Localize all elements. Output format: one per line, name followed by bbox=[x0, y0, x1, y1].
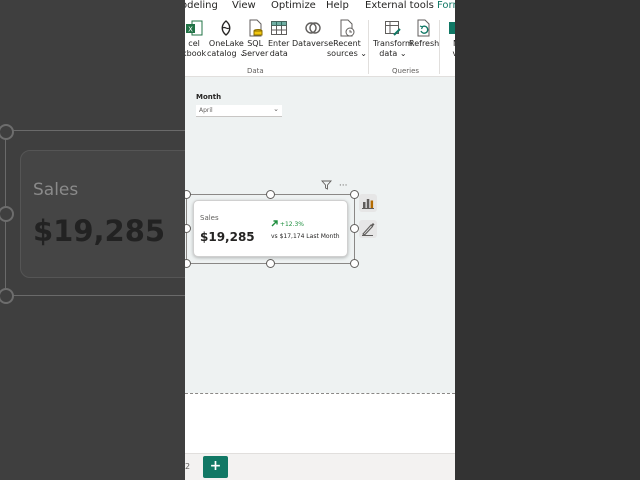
resize-handle[interactable] bbox=[350, 190, 359, 199]
page-tabs-bar: 2 + bbox=[185, 453, 455, 480]
month-slicer-dropdown[interactable]: April ⌄ bbox=[196, 105, 282, 117]
card-label: Sales bbox=[200, 214, 219, 222]
sql-server-button[interactable]: SQL Server bbox=[242, 19, 268, 59]
new-visual-icon bbox=[449, 22, 455, 34]
build-visual-button[interactable] bbox=[359, 194, 377, 212]
more-options-icon[interactable]: ··· bbox=[339, 181, 348, 191]
kpi-card[interactable]: Sales $19,285 +12.3% vs $17,174 Last Mon… bbox=[193, 200, 348, 257]
resize-handle[interactable] bbox=[350, 224, 359, 233]
card-change: +12.3% bbox=[271, 220, 304, 228]
paintbrush-icon bbox=[362, 223, 375, 236]
tab-optimize[interactable]: Optimize bbox=[271, 0, 316, 11]
transform-data-icon bbox=[384, 21, 401, 36]
power-bi-window: odeling View Optimize Help External tool… bbox=[185, 0, 455, 480]
onelake-catalog-button[interactable]: OneLake catalog ⌄ bbox=[207, 19, 246, 59]
tab-view[interactable]: View bbox=[232, 0, 256, 11]
sql-server-icon bbox=[249, 19, 263, 37]
transform-data-button[interactable]: Transform data ⌄ bbox=[373, 19, 413, 59]
filter-icon[interactable] bbox=[321, 180, 332, 190]
enter-data-button[interactable]: Enter data bbox=[268, 19, 289, 59]
slicer-selected-value: April bbox=[199, 107, 213, 114]
new-visual-button[interactable]: N vi bbox=[447, 19, 455, 59]
svg-text:X: X bbox=[188, 26, 193, 34]
resize-handle[interactable] bbox=[185, 259, 191, 268]
refresh-icon bbox=[417, 19, 430, 37]
ribbon-separator bbox=[368, 20, 369, 74]
ribbon-separator bbox=[439, 20, 440, 74]
ribbon: X cel kbook OneLake catalog ⌄ SQL Server… bbox=[185, 14, 455, 77]
tab-modeling[interactable]: odeling bbox=[185, 0, 218, 11]
recent-sources-icon bbox=[340, 19, 355, 37]
report-canvas[interactable]: Month April ⌄ ··· Sales $19,285 +12.3% v… bbox=[185, 77, 455, 393]
resize-handle[interactable] bbox=[350, 259, 359, 268]
excel-workbook-button[interactable]: X cel kbook bbox=[185, 19, 206, 59]
recent-sources-button[interactable]: Recent sources ⌄ bbox=[327, 19, 367, 59]
canvas-bottom-edge bbox=[185, 393, 455, 395]
tab-external-tools[interactable]: External tools bbox=[365, 0, 434, 11]
tab-help[interactable]: Help bbox=[326, 0, 349, 11]
page-tab[interactable]: 2 bbox=[185, 462, 190, 471]
card-value: $19,285 bbox=[200, 230, 255, 244]
zoomed-card-value: $19,285 bbox=[33, 214, 166, 248]
tab-format[interactable]: Forn bbox=[437, 0, 455, 11]
ribbon-group-data: Data bbox=[247, 67, 264, 75]
arrow-up-right-icon bbox=[271, 220, 278, 227]
card-change-value: +12.3% bbox=[279, 221, 305, 228]
resize-handle[interactable] bbox=[266, 259, 275, 268]
excel-icon: X bbox=[186, 20, 203, 36]
slicer-title: Month bbox=[196, 93, 222, 101]
card-comparison: vs $17,174 Last Month bbox=[271, 233, 340, 240]
chevron-down-icon: ⌄ bbox=[273, 105, 279, 113]
refresh-button[interactable]: Refresh bbox=[409, 19, 439, 49]
resize-handle[interactable] bbox=[266, 190, 275, 199]
zoomed-card-label: Sales bbox=[33, 180, 79, 200]
add-page-button[interactable]: + bbox=[203, 456, 228, 478]
ribbon-group-queries: Queries bbox=[392, 67, 420, 75]
menu-bar: odeling View Optimize Help External tool… bbox=[185, 0, 455, 14]
dimmed-right-overlay bbox=[455, 0, 640, 480]
onelake-icon bbox=[221, 20, 231, 36]
table-icon bbox=[270, 21, 287, 35]
dataverse-icon bbox=[304, 22, 321, 34]
format-visual-button[interactable] bbox=[359, 220, 377, 238]
visual-header-tools: ··· bbox=[321, 180, 347, 191]
bar-chart-icon bbox=[362, 199, 374, 209]
